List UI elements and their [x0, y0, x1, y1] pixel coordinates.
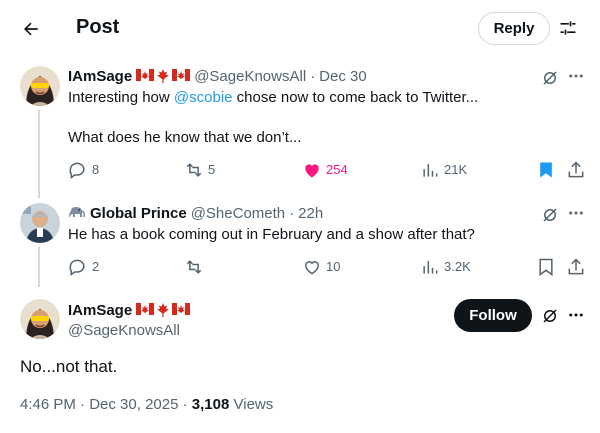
- share-icon: [568, 258, 584, 275]
- views-icon: [423, 261, 438, 274]
- repost-action[interactable]: [184, 257, 208, 277]
- tweet-text-line2: What does he know that we don’t...: [68, 129, 302, 146]
- more-icon: [569, 74, 583, 78]
- maple-leaf-icon: [157, 69, 170, 83]
- post-time[interactable]: 4:46 PM: [20, 396, 76, 413]
- elephant-badge: [68, 205, 86, 221]
- tweet-text: He has a book coming out in February and…: [68, 226, 475, 243]
- back-button[interactable]: [14, 12, 48, 46]
- grok-button[interactable]: [540, 205, 560, 225]
- page-title: Post: [76, 16, 120, 38]
- bookmark-icon: [539, 258, 553, 276]
- page-header: Post Reply: [0, 0, 600, 56]
- separator: ·: [182, 396, 188, 413]
- more-button[interactable]: [566, 305, 586, 325]
- like-icon: [305, 164, 319, 178]
- tweet-header: Global Prince @SheCometh · 22h: [68, 203, 323, 223]
- post-date[interactable]: Dec 30, 2025: [89, 396, 178, 413]
- views-count: 3.2K: [444, 259, 471, 274]
- tweet-actions: 2 10 3.2K: [68, 257, 588, 277]
- avatar[interactable]: [20, 66, 60, 106]
- reply-count: 8: [92, 162, 100, 177]
- main-post-name-row: IAmSage: [68, 300, 191, 320]
- filter-button[interactable]: [556, 16, 580, 40]
- canada-flags: [136, 303, 191, 317]
- views-count: 3,108: [191, 396, 230, 413]
- more-icon: [569, 313, 583, 317]
- reply-button[interactable]: Reply: [478, 12, 550, 45]
- like-icon: [304, 261, 320, 275]
- separator: ·: [310, 67, 316, 85]
- back-arrow-icon: [24, 22, 38, 36]
- repost-icon: [186, 260, 202, 274]
- tweet-text: Interesting how @scobie chose now to com…: [68, 88, 478, 108]
- tweet-date[interactable]: 22h: [298, 205, 323, 222]
- avatar[interactable]: [20, 203, 60, 243]
- tweet-text-part: Interesting how: [68, 89, 174, 106]
- more-button[interactable]: [566, 66, 586, 86]
- more-icon: [569, 211, 583, 215]
- avatar[interactable]: [20, 299, 60, 339]
- user-handle[interactable]: @SageKnowsAll: [68, 322, 180, 339]
- canada-flag-icon: [172, 303, 191, 315]
- like-action[interactable]: 10: [302, 257, 340, 277]
- views-count: 21K: [444, 162, 468, 177]
- views-icon: [423, 164, 438, 177]
- repost-action[interactable]: 5: [184, 160, 215, 180]
- repost-icon: [186, 163, 202, 177]
- share-icon: [568, 161, 584, 178]
- reply-action[interactable]: 8: [68, 160, 99, 180]
- canada-flag-icon: [136, 303, 155, 315]
- grok-button[interactable]: [540, 68, 560, 88]
- share-action[interactable]: [566, 160, 586, 180]
- views-action[interactable]: 21K: [420, 160, 467, 180]
- main-post-text: No...not that.: [20, 357, 118, 376]
- tweet-date[interactable]: Dec 30: [319, 68, 367, 85]
- bookmark-action[interactable]: [536, 160, 556, 180]
- share-action[interactable]: [566, 257, 586, 277]
- grok-icon: [543, 71, 557, 85]
- display-name[interactable]: Global Prince: [90, 205, 187, 222]
- tweet-header: IAmSage @SageKnowsAll · Dec 30: [68, 66, 367, 86]
- separator: ·: [80, 396, 86, 413]
- thread-line: [38, 110, 40, 198]
- post-meta: 4:46 PM · Dec 30, 2025 · 3,108 Views: [20, 395, 273, 415]
- user-handle[interactable]: @SageKnowsAll: [194, 68, 306, 85]
- bookmark-icon: [540, 162, 552, 178]
- user-handle[interactable]: @SheCometh: [191, 205, 285, 222]
- grok-icon: [543, 208, 557, 222]
- maple-leaf-icon: [157, 303, 170, 317]
- thread-line: [38, 247, 40, 287]
- like-count: 254: [326, 162, 348, 177]
- display-name[interactable]: IAmSage: [68, 68, 132, 85]
- filter-icon: [560, 21, 576, 35]
- like-action[interactable]: 254: [302, 160, 348, 180]
- more-button[interactable]: [566, 203, 586, 223]
- canada-flag-icon: [172, 69, 191, 81]
- views-action[interactable]: 3.2K: [420, 257, 471, 277]
- follow-button[interactable]: Follow: [454, 299, 532, 332]
- mention-link[interactable]: @scobie: [174, 89, 233, 106]
- display-name[interactable]: IAmSage: [68, 302, 132, 319]
- grok-icon: [543, 309, 557, 323]
- tweet-actions: 8 5 254 21K: [68, 160, 588, 180]
- reply-icon: [69, 162, 85, 179]
- reply-count: 2: [92, 259, 100, 274]
- canada-flags: [136, 69, 191, 83]
- main-post-handle-row: @SageKnowsAll: [68, 320, 180, 340]
- grok-button[interactable]: [540, 306, 560, 326]
- views-label: Views: [233, 396, 274, 413]
- bookmark-action[interactable]: [536, 257, 556, 277]
- repost-count: 5: [208, 162, 216, 177]
- reply-action[interactable]: 2: [68, 257, 99, 277]
- separator: ·: [289, 204, 295, 222]
- reply-icon: [69, 259, 85, 276]
- like-count: 10: [326, 259, 341, 274]
- elephant-icon: [69, 207, 85, 218]
- canada-flag-icon: [136, 69, 155, 81]
- tweet-text-part: chose now to come back to Twitter...: [232, 89, 479, 106]
